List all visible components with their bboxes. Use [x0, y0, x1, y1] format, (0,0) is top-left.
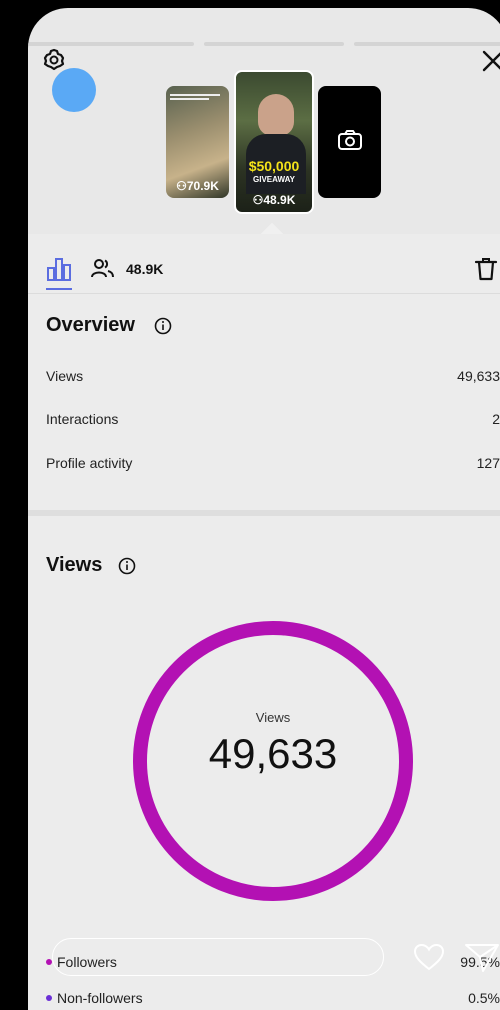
info-icon[interactable] — [118, 557, 136, 575]
promo-word: GIVEAWAY — [253, 175, 295, 184]
reply-input[interactable] — [52, 938, 384, 976]
camera-icon — [336, 126, 364, 154]
story-thumbnail-selected[interactable]: $50,000 GIVEAWAY ⚇48.9K — [234, 70, 314, 214]
trash-icon[interactable] — [474, 256, 498, 282]
section-divider — [28, 510, 500, 516]
send-icon[interactable] — [464, 942, 500, 974]
avatar[interactable] — [52, 68, 96, 112]
viewers-count: ⚇48.9K — [252, 193, 296, 207]
people-icon: ⚇ — [252, 193, 264, 207]
people-icon: ⚇ — [176, 179, 187, 193]
heart-icon[interactable] — [412, 942, 446, 972]
overview-row-value: 127 — [476, 455, 500, 471]
story-progress-bar — [28, 42, 500, 46]
overview-title: Overview — [46, 314, 135, 336]
active-tab-indicator — [46, 288, 72, 290]
ring-value: 49,633 — [208, 730, 338, 777]
story-thumbnail[interactable]: ⚇70.9K — [166, 86, 229, 198]
people-icon[interactable] — [90, 256, 116, 282]
overview-row-value: 2 — [492, 411, 500, 427]
close-icon[interactable] — [478, 46, 500, 76]
info-icon[interactable] — [154, 317, 172, 335]
add-story-thumbnail[interactable] — [318, 86, 381, 198]
overview-row-value: 49,633 — [457, 368, 500, 384]
bar-chart-icon[interactable] — [46, 256, 72, 282]
ring-label: Views — [255, 710, 291, 725]
overview-row-label: Interactions — [46, 411, 119, 427]
person-head-image — [258, 94, 294, 136]
legend-label: Non-followers — [57, 990, 143, 1006]
overview-row-label: Profile activity — [46, 455, 133, 471]
insights-tabs: 48.9K — [28, 234, 500, 294]
non-followers-legend-dot — [46, 995, 52, 1001]
promo-amount: $50,000 — [248, 158, 300, 174]
overview-row-label: Views — [46, 368, 84, 384]
viewers-count: ⚇70.9K — [176, 179, 219, 193]
legend-percent: 0.5% — [468, 990, 500, 1006]
followers-legend-dot — [46, 959, 52, 965]
viewers-count[interactable]: 48.9K — [126, 261, 163, 277]
progress-segment — [204, 42, 344, 46]
thumbnail-caption-image — [170, 94, 225, 108]
views-title: Views — [46, 554, 103, 576]
story-insights-screen: ⚇70.9K $50,000 GIVEAWAY ⚇48.9K 48.9K Ove… — [28, 8, 500, 1010]
